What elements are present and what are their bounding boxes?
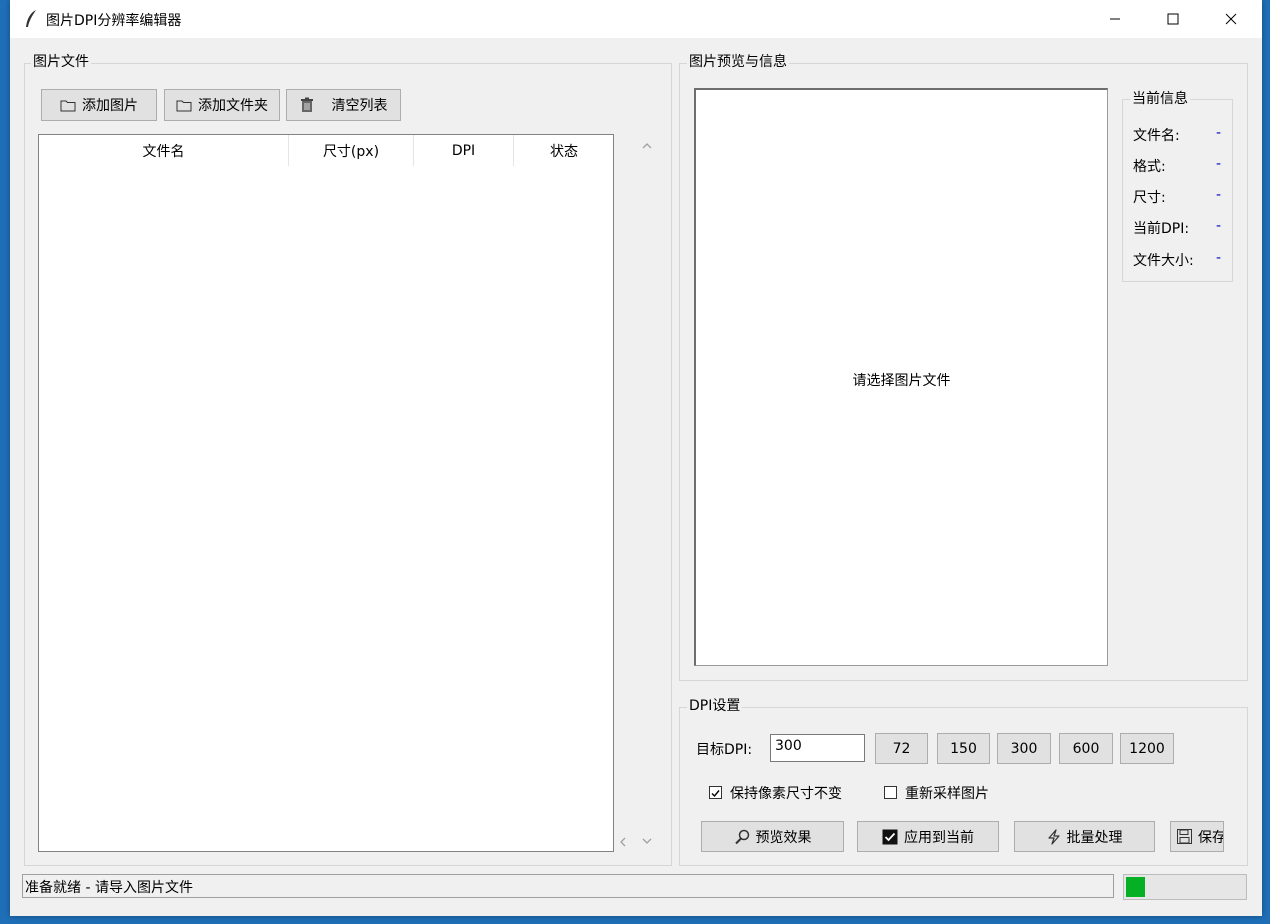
file-list-scrollbar[interactable] bbox=[635, 134, 659, 852]
folder-icon bbox=[60, 99, 76, 112]
preset-1200-button[interactable]: 1200 bbox=[1120, 733, 1174, 764]
close-button[interactable] bbox=[1202, 0, 1260, 38]
info-filesize-label: 文件大小: bbox=[1133, 253, 1194, 269]
maximize-icon bbox=[1167, 13, 1179, 25]
apply-current-button[interactable]: 应用到当前 bbox=[857, 821, 999, 852]
maximize-button[interactable] bbox=[1144, 0, 1202, 38]
info-format-label: 格式: bbox=[1133, 159, 1166, 175]
progress-bar bbox=[1123, 874, 1247, 900]
preset-150-button[interactable]: 150 bbox=[937, 733, 990, 764]
clear-list-label: 清空列表 bbox=[331, 98, 388, 114]
info-group-title: 当前信息 bbox=[1130, 90, 1190, 108]
info-dpi-value: - bbox=[1216, 218, 1222, 234]
apply-current-label: 应用到当前 bbox=[904, 829, 974, 846]
image-preview-canvas: 请选择图片文件 bbox=[694, 88, 1108, 666]
lightning-icon bbox=[1047, 828, 1061, 845]
dpi-settings-title: DPI设置 bbox=[687, 697, 743, 715]
scroll-down-icon[interactable] bbox=[642, 838, 652, 845]
checkmark-icon bbox=[711, 790, 720, 798]
column-header-status[interactable]: 状态 bbox=[514, 135, 614, 166]
save-label: 保存 bbox=[1198, 829, 1224, 846]
preview-effect-label: 预览效果 bbox=[755, 829, 812, 846]
clear-list-button[interactable]: 清空列表 bbox=[286, 89, 401, 121]
scroll-left-icon[interactable] bbox=[619, 837, 626, 847]
app-window: 图片DPI分辨率编辑器 图片文件 添加图片 添加文件夹 清空列表 文件名 尺寸(… bbox=[10, 0, 1262, 916]
add-image-button[interactable]: 添加图片 bbox=[41, 89, 157, 121]
add-image-label: 添加图片 bbox=[82, 98, 138, 114]
preview-effect-button[interactable]: 预览效果 bbox=[701, 821, 844, 852]
check-box-icon bbox=[882, 829, 898, 845]
column-header-filename[interactable]: 文件名 bbox=[39, 135, 289, 166]
progress-fill bbox=[1126, 877, 1145, 897]
feather-icon bbox=[24, 9, 38, 29]
files-group-title: 图片文件 bbox=[31, 53, 91, 71]
resample-label[interactable]: 重新采样图片 bbox=[905, 783, 989, 803]
column-header-dpi[interactable]: DPI bbox=[414, 135, 514, 166]
file-list-table[interactable]: 文件名 尺寸(px) DPI 状态 bbox=[38, 134, 614, 852]
target-dpi-label: 目标DPI: bbox=[696, 742, 753, 758]
column-header-size[interactable]: 尺寸(px) bbox=[289, 135, 414, 166]
magnifier-icon bbox=[734, 829, 750, 845]
trash-icon bbox=[300, 97, 314, 113]
floppy-disk-icon bbox=[1177, 829, 1192, 844]
preview-placeholder: 请选择图片文件 bbox=[852, 373, 951, 389]
preset-600-button[interactable]: 600 bbox=[1059, 733, 1113, 764]
folder-icon bbox=[176, 99, 192, 112]
minimize-button[interactable] bbox=[1086, 0, 1144, 38]
scroll-up-icon[interactable] bbox=[642, 142, 652, 149]
target-dpi-input[interactable]: 300 bbox=[770, 734, 865, 762]
minimize-icon bbox=[1110, 18, 1120, 20]
batch-process-button[interactable]: 批量处理 bbox=[1014, 821, 1155, 852]
close-icon bbox=[1225, 13, 1237, 25]
keep-pixels-label[interactable]: 保持像素尺寸不变 bbox=[730, 783, 842, 803]
info-format-value: - bbox=[1216, 156, 1222, 172]
save-button[interactable]: 保存 bbox=[1170, 821, 1224, 852]
preview-group-title: 图片预览与信息 bbox=[687, 53, 789, 71]
keep-pixels-checkbox[interactable] bbox=[709, 786, 722, 799]
batch-process-label: 批量处理 bbox=[1066, 829, 1123, 846]
info-filename-value: - bbox=[1216, 125, 1222, 141]
title-bar: 图片DPI分辨率编辑器 bbox=[10, 0, 1262, 38]
add-folder-label: 添加文件夹 bbox=[198, 98, 268, 114]
info-size-value: - bbox=[1216, 187, 1222, 203]
info-dpi-label: 当前DPI: bbox=[1133, 221, 1190, 237]
status-bar-text: 准备就绪 - 请导入图片文件 bbox=[22, 874, 1114, 898]
resample-checkbox[interactable] bbox=[884, 786, 897, 799]
info-size-label: 尺寸: bbox=[1133, 190, 1166, 206]
info-filename-label: 文件名: bbox=[1133, 128, 1180, 144]
add-folder-button[interactable]: 添加文件夹 bbox=[164, 89, 280, 121]
preset-72-button[interactable]: 72 bbox=[875, 733, 928, 764]
info-filesize-value: - bbox=[1216, 250, 1222, 266]
preset-300-button[interactable]: 300 bbox=[997, 733, 1051, 764]
window-title: 图片DPI分辨率编辑器 bbox=[46, 13, 182, 29]
